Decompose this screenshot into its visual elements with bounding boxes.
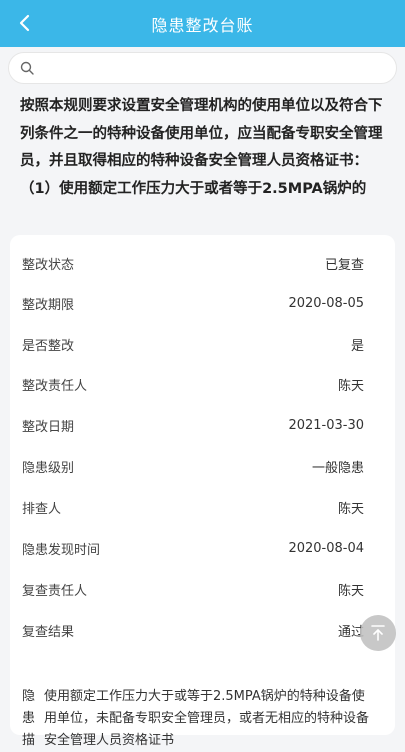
detail-value: 2020-08-05: [288, 295, 364, 311]
detail-value: 已复查: [324, 257, 364, 273]
search-icon: [19, 60, 35, 76]
hazard-title: 按照本规则要求设置安全管理机构的使用单位以及符合下列条件之一的特种设备使用单位，…: [20, 98, 383, 197]
app-header: 隐患整改台账: [0, 0, 405, 47]
detail-row-deadline: 整改期限 2020-08-05: [22, 293, 364, 313]
detail-value: 是: [350, 338, 364, 354]
detail-label: 整改责任人: [22, 378, 88, 394]
search-bar: [0, 47, 405, 89]
detail-value: 2020-08-04: [288, 540, 364, 556]
search-input[interactable]: [41, 53, 396, 83]
detail-label: 复查结果: [22, 624, 75, 640]
detail-row-status: 整改状态 已复查: [22, 253, 364, 273]
detail-value: 一般隐患: [311, 460, 364, 476]
detail-label: 是否整改: [22, 338, 75, 354]
detail-label: 整改期限: [22, 297, 75, 313]
description-label: 隐患描: [22, 689, 36, 748]
detail-label: 复查责任人: [22, 583, 88, 599]
detail-value: 陈天: [337, 378, 364, 394]
page-title: 隐患整改台账: [151, 15, 254, 35]
description-text: 使用额定工作压力大于或等于2.5MPA锅炉的特种设备使用单位，未配备专职安全管理…: [44, 689, 370, 748]
detail-value: 2021-03-30: [288, 417, 364, 433]
detail-row-responsible: 整改责任人 陈天: [22, 374, 364, 394]
arrow-up-to-top-icon: [371, 625, 385, 641]
detail-row-inspector: 排查人 陈天: [22, 497, 364, 517]
detail-value: 陈天: [337, 583, 364, 599]
detail-label: 隐患级别: [22, 460, 75, 476]
detail-row-recheck-person: 复查责任人 陈天: [22, 579, 364, 599]
detail-label: 排查人: [22, 501, 62, 517]
detail-row-rectified: 是否整改 是: [22, 334, 364, 354]
detail-label: 整改状态: [22, 257, 75, 273]
hazard-description: 隐患描 使用额定工作压力大于或等于2.5MPA锅炉的特种设备使用单位，未配备专职…: [22, 686, 374, 752]
back-to-top-button[interactable]: [360, 615, 396, 651]
detail-row-rectify-date: 整改日期 2021-03-30: [22, 415, 364, 435]
detail-value: 陈天: [337, 501, 364, 517]
search-box[interactable]: [8, 52, 397, 84]
detail-label: 整改日期: [22, 419, 75, 435]
back-button[interactable]: [10, 8, 40, 38]
detail-row-level: 隐患级别 一般隐患: [22, 456, 364, 476]
detail-row-recheck-result: 复查结果 通过: [22, 620, 364, 640]
detail-label: 隐患发现时间: [22, 542, 101, 558]
detail-row-found-time: 隐患发现时间 2020-08-04: [22, 538, 364, 558]
chevron-left-icon: [19, 14, 30, 32]
